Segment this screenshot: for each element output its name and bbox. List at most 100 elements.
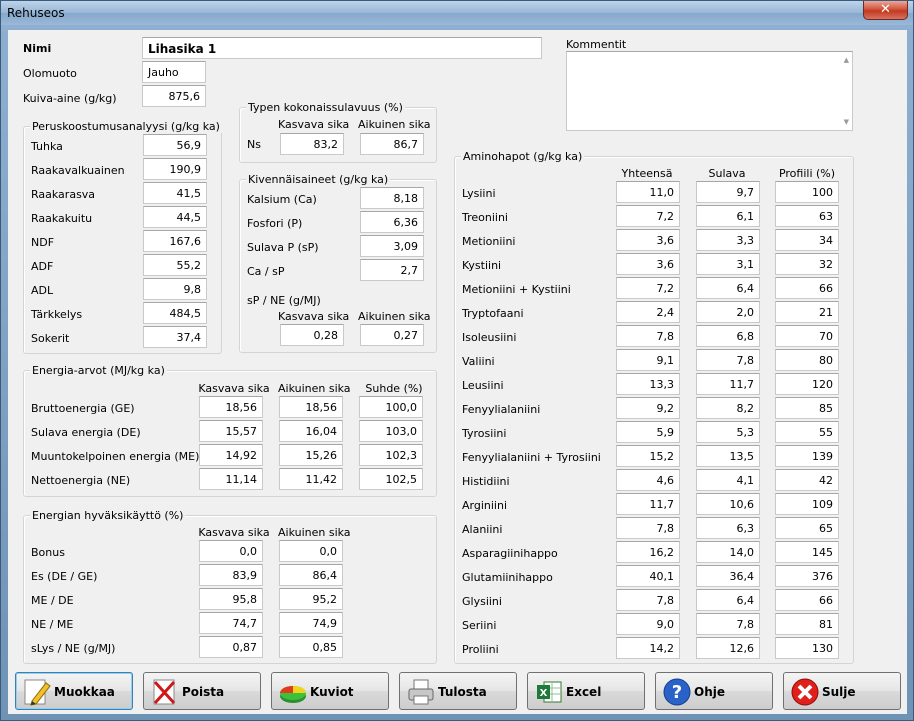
window-close-button[interactable]: ✕: [863, 1, 908, 20]
aminohappo-profiili-field[interactable]: 70: [775, 325, 839, 347]
perus-row-field[interactable]: 167,6: [143, 230, 207, 252]
hyv-aikuinen-field[interactable]: 74,9: [279, 612, 343, 634]
perus-row-field[interactable]: 56,9: [143, 134, 207, 156]
aminohappo-yhteensa-field[interactable]: 9,1: [616, 349, 680, 371]
perus-row-field[interactable]: 41,5: [143, 182, 207, 204]
aminohappo-sulava-field[interactable]: 7,8: [696, 613, 760, 635]
energia-suhde-field[interactable]: 102,3: [359, 444, 423, 466]
hyv-kasvava-field[interactable]: 0,87: [199, 636, 263, 658]
aminohappo-yhteensa-field[interactable]: 16,2: [616, 541, 680, 563]
aminohappo-yhteensa-field[interactable]: 7,2: [616, 205, 680, 227]
energia-kasvava-field[interactable]: 11,14: [199, 468, 263, 490]
aminohappo-profiili-field[interactable]: 120: [775, 373, 839, 395]
aminohappo-yhteensa-field[interactable]: 9,0: [616, 613, 680, 635]
muokkaa-button[interactable]: Muokkaa: [15, 672, 133, 710]
kivennais-row-field[interactable]: 2,7: [360, 259, 424, 281]
aminohappo-sulava-field[interactable]: 12,6: [696, 637, 760, 659]
olomuoto-field[interactable]: Jauho: [142, 61, 206, 83]
aminohappo-sulava-field[interactable]: 2,0: [696, 301, 760, 323]
hyv-kasvava-field[interactable]: 95,8: [199, 588, 263, 610]
energia-suhde-field[interactable]: 103,0: [359, 420, 423, 442]
sp-ne-kasvava-field[interactable]: 0,28: [280, 324, 344, 346]
aminohappo-yhteensa-field[interactable]: 4,6: [616, 469, 680, 491]
aminohappo-sulava-field[interactable]: 3,3: [696, 229, 760, 251]
aminohappo-yhteensa-field[interactable]: 13,3: [616, 373, 680, 395]
energia-aikuinen-field[interactable]: 15,26: [279, 444, 343, 466]
aminohappo-profiili-field[interactable]: 55: [775, 421, 839, 443]
aminohappo-yhteensa-field[interactable]: 40,1: [616, 565, 680, 587]
aminohappo-yhteensa-field[interactable]: 7,2: [616, 277, 680, 299]
hyv-aikuinen-field[interactable]: 0,0: [279, 540, 343, 562]
aminohappo-profiili-field[interactable]: 63: [775, 205, 839, 227]
aminohappo-sulava-field[interactable]: 7,8: [696, 349, 760, 371]
aminohappo-sulava-field[interactable]: 6,1: [696, 205, 760, 227]
aminohappo-yhteensa-field[interactable]: 7,8: [616, 325, 680, 347]
sulje-button[interactable]: Sulje: [783, 672, 901, 710]
scroll-up-arrow-icon[interactable]: ▲: [844, 56, 849, 64]
aminohappo-yhteensa-field[interactable]: 2,4: [616, 301, 680, 323]
nimi-field[interactable]: Lihasika 1: [142, 37, 542, 59]
energia-aikuinen-field[interactable]: 16,04: [279, 420, 343, 442]
perus-row-field[interactable]: 37,4: [143, 326, 207, 348]
aminohappo-profiili-field[interactable]: 65: [775, 517, 839, 539]
aminohappo-yhteensa-field[interactable]: 15,2: [616, 445, 680, 467]
aminohappo-yhteensa-field[interactable]: 3,6: [616, 229, 680, 251]
aminohappo-yhteensa-field[interactable]: 11,0: [616, 181, 680, 203]
kommentit-field[interactable]: ▲ ▼: [566, 51, 853, 131]
hyv-aikuinen-field[interactable]: 95,2: [279, 588, 343, 610]
energia-suhde-field[interactable]: 102,5: [359, 468, 423, 490]
aminohappo-yhteensa-field[interactable]: 5,9: [616, 421, 680, 443]
aminohappo-sulava-field[interactable]: 6,3: [696, 517, 760, 539]
poista-button[interactable]: Poista: [143, 672, 261, 710]
aminohappo-sulava-field[interactable]: 11,7: [696, 373, 760, 395]
hyv-kasvava-field[interactable]: 74,7: [199, 612, 263, 634]
aminohappo-profiili-field[interactable]: 130: [775, 637, 839, 659]
hyv-kasvava-field[interactable]: 0,0: [199, 540, 263, 562]
aminohappo-profiili-field[interactable]: 100: [775, 181, 839, 203]
aminohappo-yhteensa-field[interactable]: 7,8: [616, 517, 680, 539]
aminohappo-profiili-field[interactable]: 376: [775, 565, 839, 587]
perus-row-field[interactable]: 44,5: [143, 206, 207, 228]
aminohappo-yhteensa-field[interactable]: 3,6: [616, 253, 680, 275]
hyv-aikuinen-field[interactable]: 86,4: [279, 564, 343, 586]
aminohappo-sulava-field[interactable]: 5,3: [696, 421, 760, 443]
kuiva-aine-field[interactable]: 875,6: [142, 85, 206, 107]
ns-aikuinen-field[interactable]: 86,7: [360, 133, 424, 155]
energia-kasvava-field[interactable]: 15,57: [199, 420, 263, 442]
energia-kasvava-field[interactable]: 14,92: [199, 444, 263, 466]
aminohappo-sulava-field[interactable]: 36,4: [696, 565, 760, 587]
perus-row-field[interactable]: 484,5: [143, 302, 207, 324]
perus-row-field[interactable]: 9,8: [143, 278, 207, 300]
aminohappo-yhteensa-field[interactable]: 9,2: [616, 397, 680, 419]
title-bar[interactable]: Rehuseos ✕: [1, 1, 913, 25]
aminohappo-sulava-field[interactable]: 6,8: [696, 325, 760, 347]
aminohappo-profiili-field[interactable]: 85: [775, 397, 839, 419]
aminohappo-sulava-field[interactable]: 6,4: [696, 589, 760, 611]
aminohappo-sulava-field[interactable]: 14,0: [696, 541, 760, 563]
aminohappo-yhteensa-field[interactable]: 11,7: [616, 493, 680, 515]
aminohappo-yhteensa-field[interactable]: 7,8: [616, 589, 680, 611]
aminohappo-profiili-field[interactable]: 66: [775, 277, 839, 299]
scroll-down-arrow-icon[interactable]: ▼: [844, 118, 849, 126]
aminohappo-yhteensa-field[interactable]: 14,2: [616, 637, 680, 659]
aminohappo-sulava-field[interactable]: 4,1: [696, 469, 760, 491]
ohje-button[interactable]: ? Ohje: [655, 672, 773, 710]
hyv-kasvava-field[interactable]: 83,9: [199, 564, 263, 586]
kuviot-button[interactable]: Kuviot: [271, 672, 389, 710]
aminohappo-sulava-field[interactable]: 6,4: [696, 277, 760, 299]
energia-aikuinen-field[interactable]: 11,42: [279, 468, 343, 490]
aminohappo-sulava-field[interactable]: 10,6: [696, 493, 760, 515]
energia-suhde-field[interactable]: 100,0: [359, 396, 423, 418]
aminohappo-profiili-field[interactable]: 145: [775, 541, 839, 563]
energia-aikuinen-field[interactable]: 18,56: [279, 396, 343, 418]
tulosta-button[interactable]: Tulosta: [399, 672, 517, 710]
aminohappo-profiili-field[interactable]: 21: [775, 301, 839, 323]
aminohappo-profiili-field[interactable]: 32: [775, 253, 839, 275]
perus-row-field[interactable]: 190,9: [143, 158, 207, 180]
aminohappo-profiili-field[interactable]: 139: [775, 445, 839, 467]
ns-kasvava-field[interactable]: 83,2: [280, 133, 344, 155]
sp-ne-aikuinen-field[interactable]: 0,27: [360, 324, 424, 346]
aminohappo-profiili-field[interactable]: 42: [775, 469, 839, 491]
aminohappo-sulava-field[interactable]: 8,2: [696, 397, 760, 419]
aminohappo-sulava-field[interactable]: 9,7: [696, 181, 760, 203]
